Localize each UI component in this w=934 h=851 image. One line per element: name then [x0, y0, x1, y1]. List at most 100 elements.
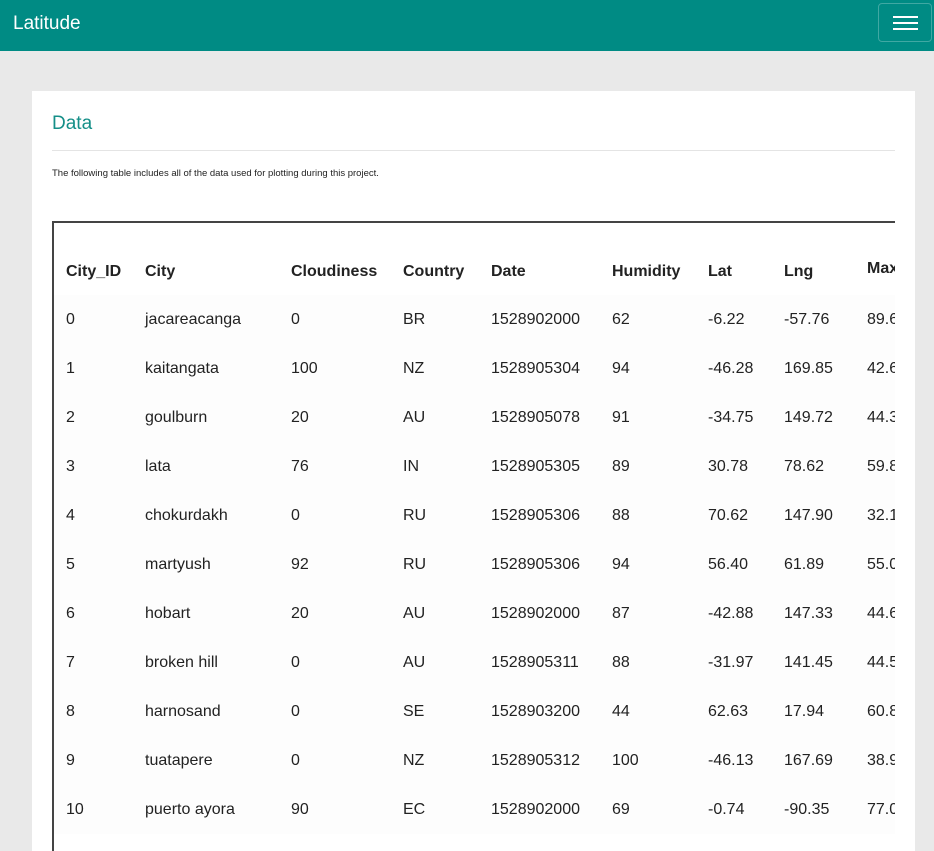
cell-cloudiness: 90: [291, 800, 309, 818]
navbar-brand[interactable]: Latitude: [13, 12, 81, 36]
cell-city-id: 10: [66, 800, 84, 818]
header-lat: Lat: [708, 263, 732, 280]
header-lng: Lng: [784, 263, 814, 280]
cell-max-temp: 44.5: [867, 653, 895, 671]
cell-lng: 61.89: [784, 555, 825, 573]
cell-lng: 17.94: [784, 702, 825, 720]
cell-lng: 78.62: [784, 457, 825, 475]
cell-city: kaitangata: [145, 359, 219, 377]
cell-max-temp: 38.9: [867, 751, 895, 769]
cell-cloudiness: 0: [291, 751, 300, 769]
cell-city-id: 0: [66, 310, 75, 328]
cell-country: NZ: [403, 359, 425, 377]
table-row: 6 hobart 20 AU 1528902000 87 -42.88 147.33 44.6: [54, 589, 895, 638]
cell-max-temp: 42.6: [867, 359, 895, 377]
cell-city-id: 9: [66, 751, 75, 769]
data-table-container[interactable]: City_ID City Cloudiness Country Date Hum…: [52, 221, 895, 851]
cell-date: 1528905306: [491, 555, 580, 573]
cell-lat: -34.75: [708, 408, 754, 426]
cell-humidity: 69: [612, 800, 630, 818]
header-max-temp: Max Temp: [867, 260, 895, 277]
data-table: City_ID City Cloudiness Country Date Hum…: [54, 223, 895, 834]
hamburger-menu-icon[interactable]: [878, 3, 932, 42]
cell-lat: -6.22: [708, 310, 745, 328]
cell-lat: -42.88: [708, 604, 754, 622]
header-humidity: Humidity: [612, 263, 681, 280]
table-row: 5 martyush 92 RU 1528905306 94 56.40 61.89 55.0: [54, 540, 895, 589]
header-country: Country: [403, 263, 465, 280]
cell-max-temp: 55.0: [867, 555, 895, 573]
cell-lat: 56.40: [708, 555, 749, 573]
cell-cloudiness: 20: [291, 604, 309, 622]
cell-humidity: 87: [612, 604, 630, 622]
cell-max-temp: 44.6: [867, 604, 895, 622]
cell-lng: 141.45: [784, 653, 833, 671]
cell-city: puerto ayora: [145, 800, 235, 818]
cell-date: 1528902000: [491, 310, 580, 328]
cell-date: 1528905312: [491, 751, 580, 769]
cell-city: harnosand: [145, 702, 221, 720]
cell-date: 1528903200: [491, 702, 580, 720]
table-body: 0 jacareacanga 0 BR 1528902000 62 -6.22 -57.76 8…: [54, 295, 895, 834]
cell-cloudiness: 76: [291, 457, 309, 475]
header-cloudiness: Cloudiness: [291, 263, 378, 280]
cell-humidity: 100: [612, 751, 639, 769]
cell-country: SE: [403, 702, 425, 720]
cell-lat: -31.97: [708, 653, 754, 671]
cell-country: AU: [403, 604, 426, 622]
cell-date: 1528905311: [491, 653, 579, 671]
table-row: 0 jacareacanga 0 BR 1528902000 62 -6.22 -57.76 8…: [54, 295, 895, 344]
cell-cloudiness: 0: [291, 653, 300, 671]
cell-max-temp: 59.8: [867, 457, 895, 475]
cell-lng: -57.76: [784, 310, 830, 328]
cell-city-id: 3: [66, 457, 75, 475]
cell-humidity: 88: [612, 653, 630, 671]
cell-date: 1528902000: [491, 800, 580, 818]
cell-cloudiness: 0: [291, 310, 300, 328]
cell-cloudiness: 100: [291, 359, 318, 377]
cell-date: 1528905078: [491, 408, 580, 426]
cell-lat: 70.62: [708, 506, 749, 524]
cell-city-id: 1: [66, 359, 75, 377]
cell-country: AU: [403, 408, 426, 426]
cell-cloudiness: 0: [291, 506, 300, 524]
data-card: Data The following table includes all of…: [32, 91, 915, 851]
cell-lng: 149.72: [784, 408, 833, 426]
cell-cloudiness: 0: [291, 702, 300, 720]
cell-country: RU: [403, 506, 427, 524]
cell-city-id: 2: [66, 408, 75, 426]
cell-lng: -90.35: [784, 800, 830, 818]
cell-cloudiness: 20: [291, 408, 309, 426]
cell-humidity: 94: [612, 359, 630, 377]
cell-lat: 30.78: [708, 457, 749, 475]
table-row: 8 harnosand 0 SE 1528903200 44 62.63 17.94 60.8: [54, 687, 895, 736]
cell-city: tuatapere: [145, 751, 213, 769]
table-row: 2 goulburn 20 AU 1528905078 91 -34.75 149.72 44.…: [54, 393, 895, 442]
cell-lat: -46.28: [708, 359, 754, 377]
cell-lng: 167.69: [784, 751, 833, 769]
cell-humidity: 62: [612, 310, 630, 328]
cell-max-temp: 60.8: [867, 702, 895, 720]
card-description: The following table includes all of the …: [52, 168, 379, 179]
table-row: 3 lata 76 IN 1528905305 89 30.78 78.62 59.8: [54, 442, 895, 491]
cell-city: jacareacanga: [145, 310, 242, 328]
cell-city: goulburn: [145, 408, 208, 426]
table-row: 10 puerto ayora 90 EC 1528902000 69 -0.74 -90.3…: [54, 785, 895, 834]
cell-humidity: 88: [612, 506, 630, 524]
cell-lat: 62.63: [708, 702, 749, 720]
cell-cloudiness: 92: [291, 555, 309, 573]
cell-humidity: 94: [612, 555, 630, 573]
header-date: Date: [491, 263, 526, 280]
header-city: City: [145, 263, 176, 280]
table-row: 4 chokurdakh 0 RU 1528905306 88 70.62 147.90 32.…: [54, 491, 895, 540]
cell-max-temp: 32.1: [867, 506, 895, 524]
cell-lng: 147.90: [784, 506, 833, 524]
cell-max-temp: 77.0: [867, 800, 895, 818]
table-row: 7 broken hill 0 AU 1528905311 88 -31.97 141.45 4…: [54, 638, 895, 687]
cell-country: RU: [403, 555, 427, 573]
cell-country: IN: [403, 457, 419, 475]
cell-date: 1528905304: [491, 359, 580, 377]
cell-country: NZ: [403, 751, 425, 769]
cell-humidity: 89: [612, 457, 630, 475]
cell-city: lata: [145, 457, 171, 475]
